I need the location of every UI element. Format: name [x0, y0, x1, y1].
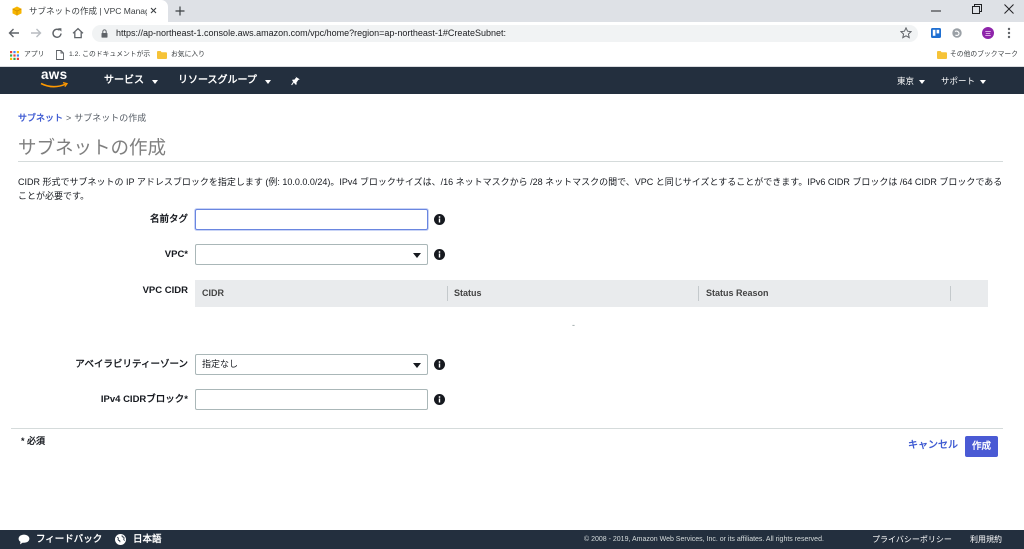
column-divider[interactable] [447, 286, 448, 301]
restore-window-icon[interactable] [972, 4, 982, 14]
feedback-link[interactable]: フィードバック [36, 534, 102, 545]
tab-title: サブネットの作成 | VPC Manageme [29, 6, 147, 16]
required-note: * 必須 [21, 436, 46, 446]
column-header-cidr: CIDR [202, 288, 224, 298]
resource-groups-caret-icon[interactable] [265, 80, 271, 84]
folder-icon [937, 51, 947, 59]
vpc-cidr-empty-row: - [572, 320, 575, 330]
back-arrow-icon[interactable] [8, 27, 20, 39]
privacy-policy-link[interactable]: プライバシーポリシー [872, 535, 952, 544]
info-icon[interactable] [434, 214, 445, 225]
apps-grid-icon[interactable] [10, 51, 19, 60]
bookmarks-bar [0, 44, 1024, 67]
bookmark-star-icon[interactable] [900, 27, 912, 39]
ipv4-cidr-input[interactable] [195, 389, 428, 410]
resource-groups-menu[interactable]: リソースグループ [178, 75, 257, 87]
column-header-status-reason: Status Reason [706, 288, 769, 298]
reload-icon[interactable] [51, 27, 63, 39]
new-tab-icon[interactable] [175, 6, 185, 16]
document-icon [56, 50, 64, 60]
region-menu[interactable]: 東京 [897, 76, 914, 86]
dropdown-arrow-icon[interactable] [413, 363, 421, 368]
availability-zone-label: アベイラビリティーゾーン [75, 359, 188, 370]
services-caret-icon[interactable] [152, 80, 158, 84]
actions-divider [11, 428, 1003, 429]
vpc-label: VPC* [164, 249, 188, 260]
support-menu[interactable]: サポート [941, 76, 975, 86]
breadcrumb-subnets-link[interactable]: サブネット [18, 113, 63, 123]
info-icon[interactable] [434, 249, 445, 260]
form-description: CIDR 形式でサブネットの IP アドレスブロックを指定します (例: 10.… [18, 177, 1003, 201]
ipv4-cidr-label: IPv4 CIDRブロック* [100, 394, 188, 405]
copyright-text: © 2008 - 2019, Amazon Web Services, Inc.… [584, 536, 824, 543]
cancel-link[interactable]: キャンセル [908, 440, 958, 452]
terms-link[interactable]: 利用規約 [970, 535, 1002, 544]
support-caret-icon[interactable] [980, 80, 986, 84]
home-icon[interactable] [72, 27, 84, 39]
vpc-cidr-table-header: CIDR Status Status Reason [195, 280, 988, 307]
feedback-bubble-icon[interactable] [18, 534, 30, 545]
profile-avatar-icon[interactable] [982, 27, 994, 39]
vpc-cidr-label: VPC CIDR [142, 285, 188, 296]
tab-close-icon[interactable] [150, 7, 157, 14]
column-header-status: Status [454, 288, 482, 298]
title-divider [18, 161, 1003, 162]
forward-arrow-icon[interactable] [30, 27, 42, 39]
page-title: サブネットの作成 [18, 137, 167, 158]
vpc-select[interactable] [195, 244, 428, 265]
breadcrumb: サブネット > サブネットの作成 [18, 113, 146, 124]
other-bookmarks[interactable]: その他のブックマーク [950, 50, 1018, 60]
extension-grey-icon[interactable] [952, 28, 962, 38]
globe-icon[interactable] [115, 534, 126, 545]
services-menu[interactable]: サービス [104, 75, 144, 87]
bookmark-favorites[interactable]: お気に入り [171, 50, 205, 60]
availability-zone-value: 指定なし [202, 359, 239, 369]
aws-smile-icon [40, 82, 69, 89]
minimize-icon[interactable] [931, 6, 941, 16]
close-window-icon[interactable] [1004, 4, 1014, 14]
browser-menu-icon[interactable] [1007, 27, 1011, 39]
aws-favicon-icon [12, 6, 22, 16]
bookmark-document[interactable]: 1.2. このドキュメントが示 [69, 50, 150, 60]
region-caret-icon[interactable] [919, 80, 925, 84]
folder-icon [157, 51, 167, 59]
extension-board-icon[interactable] [931, 28, 941, 38]
info-icon[interactable] [434, 359, 445, 370]
breadcrumb-separator: > [66, 113, 72, 123]
create-button[interactable]: 作成 [965, 436, 998, 457]
name-tag-input[interactable] [195, 209, 428, 230]
address-url[interactable]: https://ap-northeast-1.console.aws.amazo… [116, 28, 506, 39]
column-divider[interactable] [950, 286, 951, 301]
language-selector[interactable]: 日本語 [133, 534, 162, 545]
bookmark-apps[interactable]: アプリ [24, 50, 44, 60]
breadcrumb-current: サブネットの作成 [74, 113, 147, 123]
lock-icon[interactable] [101, 29, 108, 38]
pin-icon[interactable] [291, 75, 301, 86]
aws-logo[interactable]: aws [41, 68, 67, 82]
name-tag-label: 名前タグ [149, 214, 188, 225]
availability-zone-select[interactable]: 指定なし [195, 354, 428, 375]
column-divider[interactable] [698, 286, 699, 301]
dropdown-arrow-icon[interactable] [413, 253, 421, 258]
info-icon[interactable] [434, 394, 445, 405]
